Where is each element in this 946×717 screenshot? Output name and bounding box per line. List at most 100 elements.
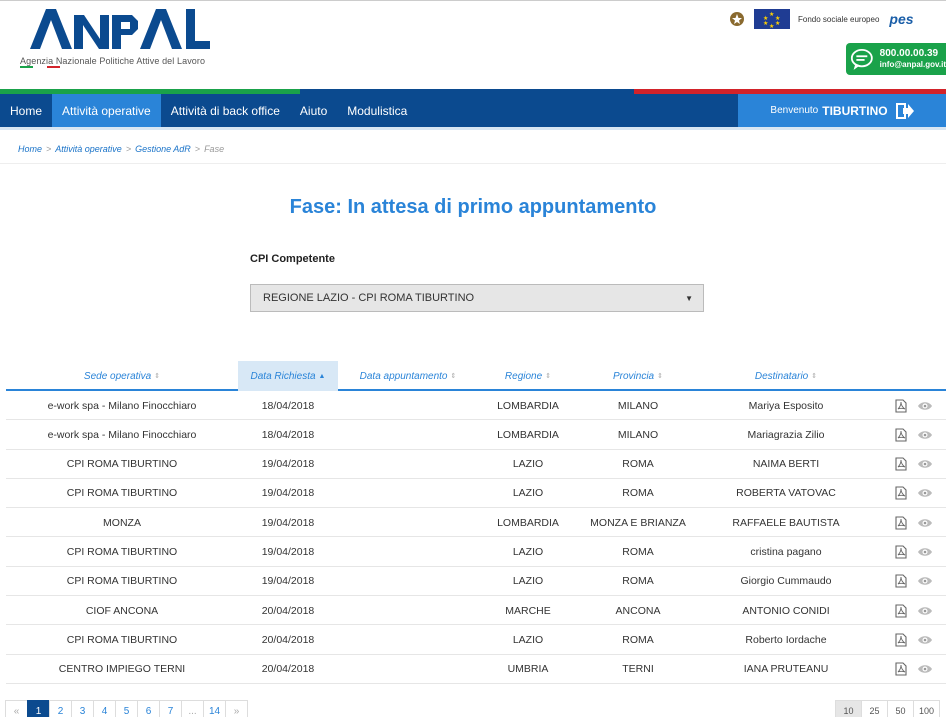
cell-sede: e-work spa - Milano Finocchiaro (47, 399, 197, 412)
eye-icon[interactable] (917, 399, 933, 413)
contact-badge[interactable]: 800.00.00.39 info@anpal.gov.it (846, 43, 946, 75)
breadcrumb-separator: > (46, 144, 52, 154)
pdf-icon[interactable] (894, 428, 908, 442)
table-row[interactable]: CPI ROMA TIBURTINO 19/04/2018 LAZIO ROMA cri… (6, 537, 946, 567)
pagination-page[interactable]: 3 (71, 700, 94, 717)
column-header-regione[interactable]: Regione ⇕ (478, 361, 578, 391)
cell-regione: LAZIO (512, 575, 544, 588)
sort-icon: ⇕ (545, 373, 552, 380)
cpi-select[interactable]: REGIONE LAZIO - CPI ROMA TIBURTINO ▼ (250, 284, 704, 312)
table-row[interactable]: CENTRO IMPIEGO TERNI 20/04/2018 UMBRIA TERN… (6, 655, 946, 684)
column-header-destinatario[interactable]: Destinatario ⇕ (698, 361, 874, 391)
nav-aiuto[interactable]: Aiuto (290, 94, 337, 127)
cell-destinatario: Roberto Iordache (745, 633, 827, 646)
nav-underline (0, 127, 946, 130)
nav-modulistica[interactable]: Modulistica (337, 94, 417, 127)
cell-appuntamento (338, 567, 478, 596)
page-size-option[interactable]: 25 (861, 700, 888, 717)
eye-icon[interactable] (917, 516, 933, 530)
column-header-provincia[interactable]: Provincia ⇕ (578, 361, 698, 391)
eye-icon[interactable] (917, 604, 933, 618)
cell-appuntamento (338, 508, 478, 537)
pdf-icon[interactable] (894, 574, 908, 588)
pdf-icon[interactable] (894, 545, 908, 559)
column-header-sede-operativa[interactable]: Sede operativa ⇕ (6, 361, 238, 391)
pagination-prev[interactable]: « (5, 700, 28, 717)
pagination-page[interactable]: 5 (115, 700, 138, 717)
pagination-page[interactable]: 14 (203, 700, 226, 717)
eye-icon[interactable] (917, 545, 933, 559)
sort-icon: ⇕ (657, 373, 663, 380)
table-row[interactable]: CPI ROMA TIBURTINO 20/04/2018 LAZIO ROMA Rob… (6, 625, 946, 655)
page-size-option[interactable]: 10 (835, 700, 862, 717)
cell-destinatario: RAFFAELE BAUTISTA (732, 516, 840, 529)
breadcrumb-divider (0, 163, 946, 164)
cell-appuntamento (338, 479, 478, 508)
cell-provincia: ROMA (622, 545, 654, 558)
pdf-icon[interactable] (894, 662, 908, 676)
pagination-next[interactable]: » (225, 700, 248, 717)
cell-data: 19/04/2018 (261, 458, 315, 471)
nav-back-office[interactable]: Attività di back office (161, 94, 290, 127)
cell-data: 20/04/2018 (261, 663, 315, 676)
cell-provincia: ROMA (622, 487, 654, 500)
breadcrumb-gestione-adr[interactable]: Gestione AdR (135, 144, 191, 154)
breadcrumb-attivita-operative[interactable]: Attività operative (55, 144, 122, 154)
cpi-select-value: REGIONE LAZIO - CPI ROMA TIBURTINO (263, 292, 475, 304)
sort-icon: ⇕ (154, 373, 161, 380)
sort-icon: ⇕ (450, 373, 457, 380)
row-actions (894, 655, 933, 684)
nav-attivita-operative[interactable]: Attività operative (52, 94, 161, 127)
cell-destinatario: Giorgio Cummaudo (740, 575, 832, 588)
pdf-icon[interactable] (894, 398, 908, 413)
sort-asc-icon: ▲ (318, 372, 326, 380)
cell-appuntamento (338, 655, 478, 684)
pdf-icon[interactable] (894, 604, 908, 618)
cell-regione: LAZIO (512, 458, 544, 471)
cell-provincia: ANCONA (615, 604, 661, 617)
table-row[interactable]: CPI ROMA TIBURTINO 19/04/2018 LAZIO ROMA Gio… (6, 567, 946, 597)
cell-regione: LAZIO (512, 545, 544, 558)
table-row[interactable]: CIOF ANCONA 20/04/2018 MARCHE ANCONA ANTONIO… (6, 596, 946, 626)
results-table: Sede operativa ⇕ Data Richiesta ▲ Data app… (6, 361, 946, 684)
table-row[interactable]: e-work spa - Milano Finocchiaro 18/04/201… (6, 420, 946, 450)
table-row[interactable]: MONZA 19/04/2018 LOMBARDIA MONZA E BRIANZA R… (6, 508, 946, 538)
pes-logo: pes (889, 11, 914, 27)
pagination-page[interactable]: 6 (137, 700, 160, 717)
pdf-icon[interactable] (894, 633, 908, 647)
eye-icon[interactable] (917, 457, 933, 471)
eye-icon[interactable] (917, 486, 933, 500)
cell-sede: CPI ROMA TIBURTINO (66, 458, 178, 471)
pdf-icon[interactable] (894, 457, 908, 471)
nav-home[interactable]: Home (0, 94, 52, 127)
pagination-page[interactable]: 4 (93, 700, 116, 717)
pagination-page[interactable]: 7 (159, 700, 182, 717)
pagination-page[interactable]: 1 (27, 700, 50, 717)
row-actions (894, 420, 933, 449)
column-header-data-appuntamento[interactable]: Data appuntamento ⇕ (338, 361, 478, 391)
eye-icon[interactable] (917, 662, 933, 676)
cell-data: 20/04/2018 (261, 633, 315, 646)
table-row[interactable]: e-work spa - Milano Finocchiaro 18/04/201… (6, 391, 946, 421)
pdf-icon[interactable] (894, 486, 908, 500)
page-size-option[interactable]: 50 (887, 700, 914, 717)
user-area: Benvenuto TIBURTINO (738, 94, 946, 127)
eye-icon[interactable] (917, 633, 933, 647)
column-header-data-richiesta[interactable]: Data Richiesta ▲ (238, 361, 338, 391)
page-size-option[interactable]: 100 (913, 700, 940, 717)
cell-sede: CPI ROMA TIBURTINO (66, 575, 178, 588)
eye-icon[interactable] (917, 428, 933, 442)
pagination-page[interactable]: 2 (49, 700, 72, 717)
cell-provincia: ROMA (622, 633, 654, 646)
pdf-icon[interactable] (894, 516, 908, 530)
breadcrumb-home[interactable]: Home (18, 144, 42, 154)
eye-icon[interactable] (917, 574, 933, 588)
cell-sede: e-work spa - Milano Finocchiaro (47, 428, 197, 441)
user-name: TIBURTINO (822, 103, 888, 118)
row-actions (894, 625, 933, 654)
cell-provincia: MILANO (617, 399, 659, 412)
table-row[interactable]: CPI ROMA TIBURTINO 19/04/2018 LAZIO ROMA NAI… (6, 450, 946, 479)
table-row[interactable]: CPI ROMA TIBURTINO 19/04/2018 LAZIO ROMA ROB… (6, 479, 946, 509)
logout-icon[interactable] (895, 102, 914, 119)
anpal-logo[interactable] (30, 5, 210, 57)
